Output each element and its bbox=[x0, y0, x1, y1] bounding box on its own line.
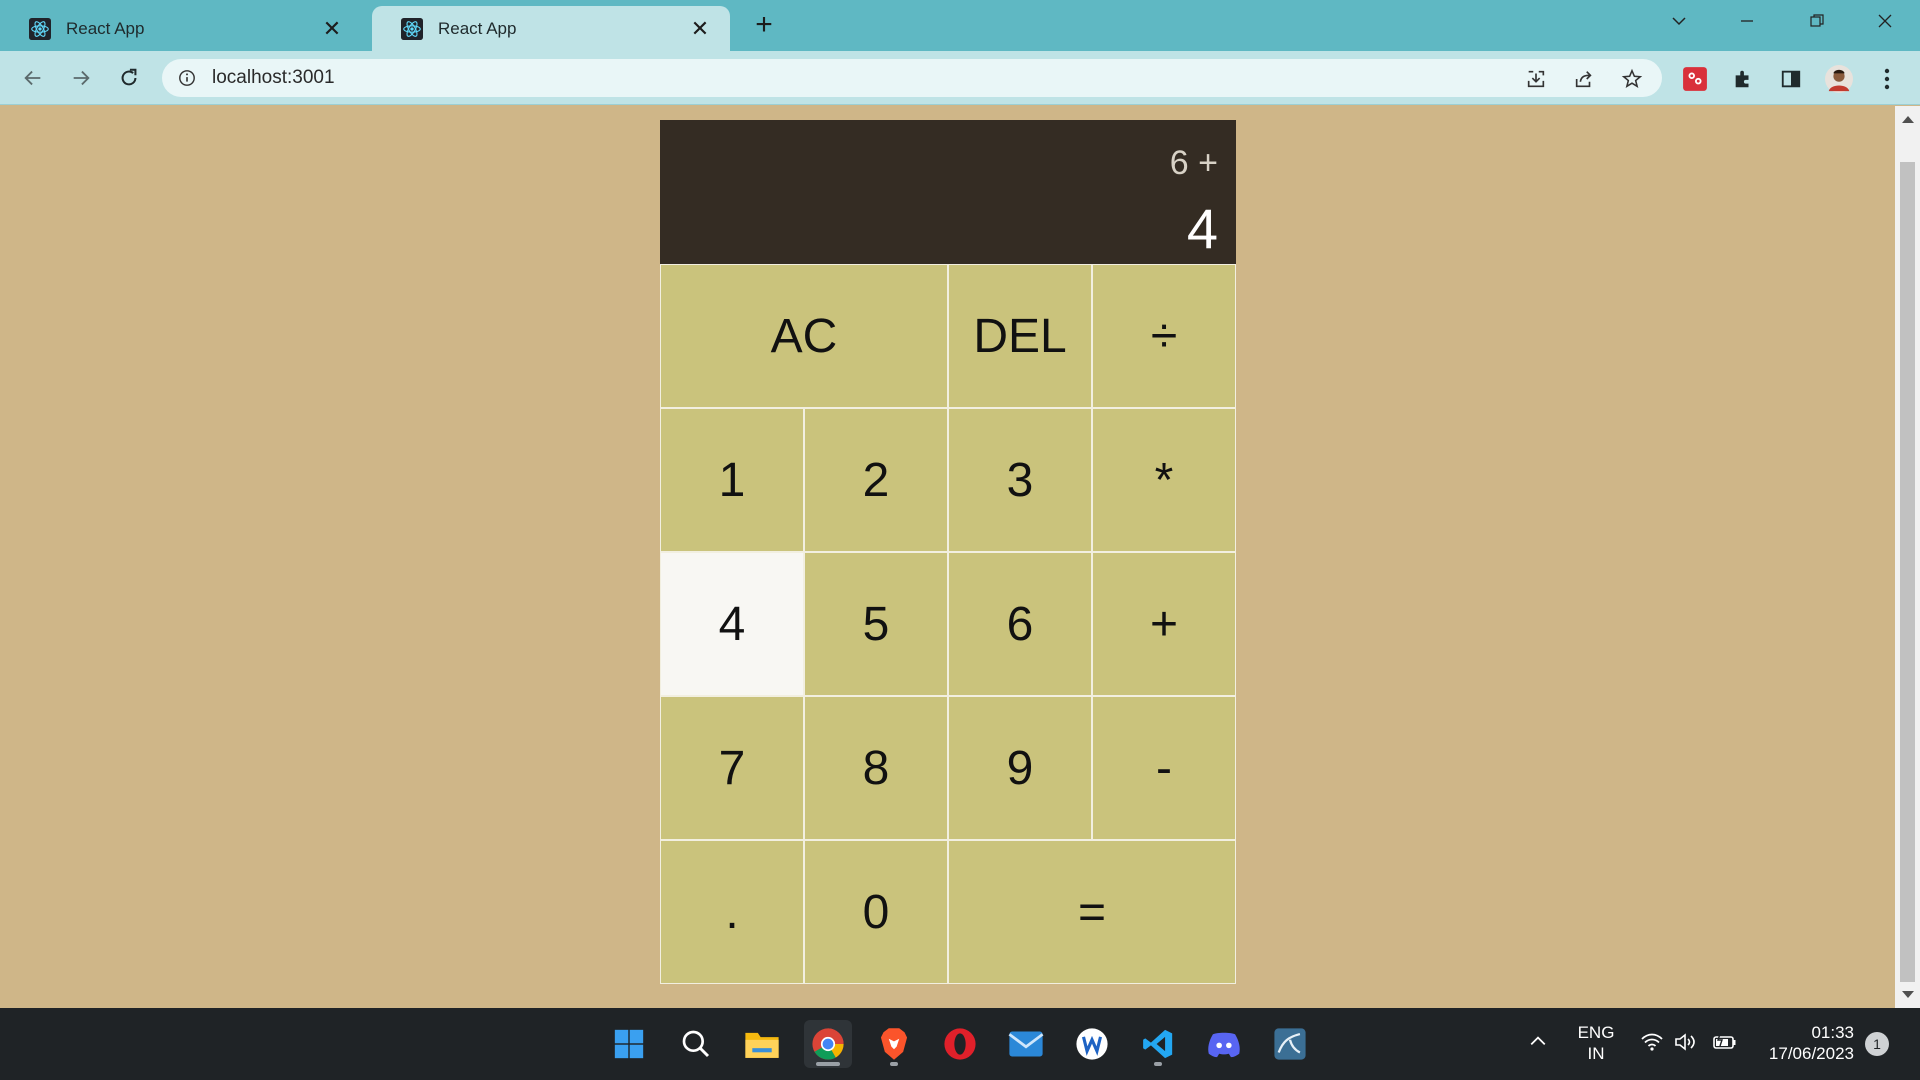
windows-start-icon[interactable] bbox=[605, 1020, 653, 1068]
back-arrow-icon[interactable] bbox=[16, 61, 50, 95]
close-tab-icon[interactable]: ✕ bbox=[688, 16, 712, 42]
subtract-button[interactable]: - bbox=[1092, 696, 1236, 840]
wifi-icon[interactable] bbox=[1638, 1032, 1666, 1057]
mysql-workbench-icon[interactable] bbox=[1266, 1020, 1314, 1068]
clock[interactable]: 01:33 17/06/2023 bbox=[1754, 1022, 1854, 1064]
all-clear-button[interactable]: AC bbox=[660, 264, 948, 408]
brave-icon[interactable] bbox=[870, 1020, 918, 1068]
clock-time: 01:33 bbox=[1811, 1023, 1854, 1042]
mail-icon[interactable] bbox=[1002, 1020, 1050, 1068]
chrome-icon[interactable] bbox=[804, 1020, 852, 1068]
volume-icon[interactable] bbox=[1672, 1032, 1700, 1057]
vertical-scrollbar[interactable] bbox=[1895, 106, 1920, 1008]
tab-search-chevron-icon[interactable] bbox=[1656, 8, 1702, 38]
reload-icon[interactable] bbox=[112, 61, 146, 95]
url-text: localhost:3001 bbox=[212, 67, 335, 88]
calculator-display: 6 + 4 bbox=[660, 120, 1236, 288]
file-explorer-icon[interactable] bbox=[738, 1020, 786, 1068]
restore-icon[interactable] bbox=[1794, 8, 1840, 38]
digit-2-button[interactable]: 2 bbox=[804, 408, 948, 552]
react-icon bbox=[400, 17, 424, 41]
opera-icon[interactable] bbox=[936, 1020, 984, 1068]
tab-title: React App bbox=[66, 18, 145, 38]
calculator-grid: 6 + 4 AC DEL ÷ 1 2 3 * 4 5 6 + 7 8 9 - .… bbox=[660, 120, 1237, 984]
browser-toolbar: localhost:3001 bbox=[0, 51, 1920, 105]
running-app-indicator bbox=[890, 1062, 898, 1066]
scroll-down-arrow-icon[interactable] bbox=[1902, 991, 1914, 998]
language-code: ENG bbox=[1577, 1023, 1615, 1042]
site-info-icon[interactable] bbox=[178, 69, 196, 92]
kebab-menu-icon[interactable] bbox=[1873, 65, 1901, 93]
scroll-thumb[interactable] bbox=[1900, 162, 1915, 982]
running-app-indicator bbox=[1154, 1062, 1162, 1066]
digit-4-button[interactable]: 4 bbox=[660, 552, 804, 696]
digit-8-button[interactable]: 8 bbox=[804, 696, 948, 840]
digit-1-button[interactable]: 1 bbox=[660, 408, 804, 552]
clock-date: 17/06/2023 bbox=[1768, 1044, 1854, 1063]
address-bar[interactable]: localhost:3001 bbox=[162, 59, 1662, 97]
active-app-indicator bbox=[816, 1062, 840, 1066]
digit-7-button[interactable]: 7 bbox=[660, 696, 804, 840]
search-icon[interactable] bbox=[672, 1020, 720, 1068]
discord-icon[interactable] bbox=[1200, 1020, 1248, 1068]
battery-icon[interactable] bbox=[1710, 1032, 1740, 1057]
digit-3-button[interactable]: 3 bbox=[948, 408, 1092, 552]
browser-tab-2[interactable]: React App ✕ bbox=[372, 6, 730, 51]
bookmark-star-icon[interactable] bbox=[1620, 67, 1644, 91]
new-tab-button[interactable]: + bbox=[748, 10, 780, 42]
extension-icon[interactable] bbox=[1681, 65, 1709, 93]
tab-title: React App bbox=[438, 18, 517, 38]
digit-6-button[interactable]: 6 bbox=[948, 552, 1092, 696]
equals-button[interactable]: = bbox=[948, 840, 1236, 984]
divide-button[interactable]: ÷ bbox=[1092, 264, 1236, 408]
input-language[interactable]: ENG IN bbox=[1570, 1022, 1622, 1064]
scroll-up-arrow-icon[interactable] bbox=[1902, 116, 1914, 123]
page-viewport: 6 + 4 AC DEL ÷ 1 2 3 * 4 5 6 + 7 8 9 - .… bbox=[0, 106, 1895, 1008]
wordpad-icon[interactable] bbox=[1068, 1020, 1116, 1068]
notification-badge[interactable]: 1 bbox=[1865, 1032, 1889, 1056]
install-app-icon[interactable] bbox=[1524, 67, 1548, 91]
close-tab-icon[interactable]: ✕ bbox=[320, 16, 344, 42]
multiply-button[interactable]: * bbox=[1092, 408, 1236, 552]
minimize-icon[interactable] bbox=[1724, 8, 1770, 38]
previous-operand: 6 + bbox=[1169, 144, 1218, 182]
share-icon[interactable] bbox=[1572, 67, 1596, 91]
digit-0-button[interactable]: 0 bbox=[804, 840, 948, 984]
show-hidden-icons-chevron-icon[interactable] bbox=[1526, 1032, 1550, 1055]
decimal-point-button[interactable]: . bbox=[660, 840, 804, 984]
digit-5-button[interactable]: 5 bbox=[804, 552, 948, 696]
add-button[interactable]: + bbox=[1092, 552, 1236, 696]
close-window-icon[interactable] bbox=[1862, 8, 1908, 38]
language-region: IN bbox=[1587, 1044, 1605, 1063]
react-icon bbox=[28, 17, 52, 41]
profile-avatar[interactable] bbox=[1825, 65, 1853, 93]
forward-arrow-icon[interactable] bbox=[64, 61, 98, 95]
windows-taskbar: ENG IN 01:33 17/06/2023 bbox=[0, 1008, 1920, 1080]
browser-tab-1[interactable]: React App ✕ bbox=[0, 6, 362, 51]
tab-strip: React App ✕ React App ✕ + bbox=[0, 0, 1920, 51]
puzzle-extensions-icon[interactable] bbox=[1729, 65, 1757, 93]
current-operand: 4 bbox=[1186, 197, 1218, 260]
digit-9-button[interactable]: 9 bbox=[948, 696, 1092, 840]
side-panel-icon[interactable] bbox=[1777, 65, 1805, 93]
vscode-icon[interactable] bbox=[1134, 1020, 1182, 1068]
delete-button[interactable]: DEL bbox=[948, 264, 1092, 408]
